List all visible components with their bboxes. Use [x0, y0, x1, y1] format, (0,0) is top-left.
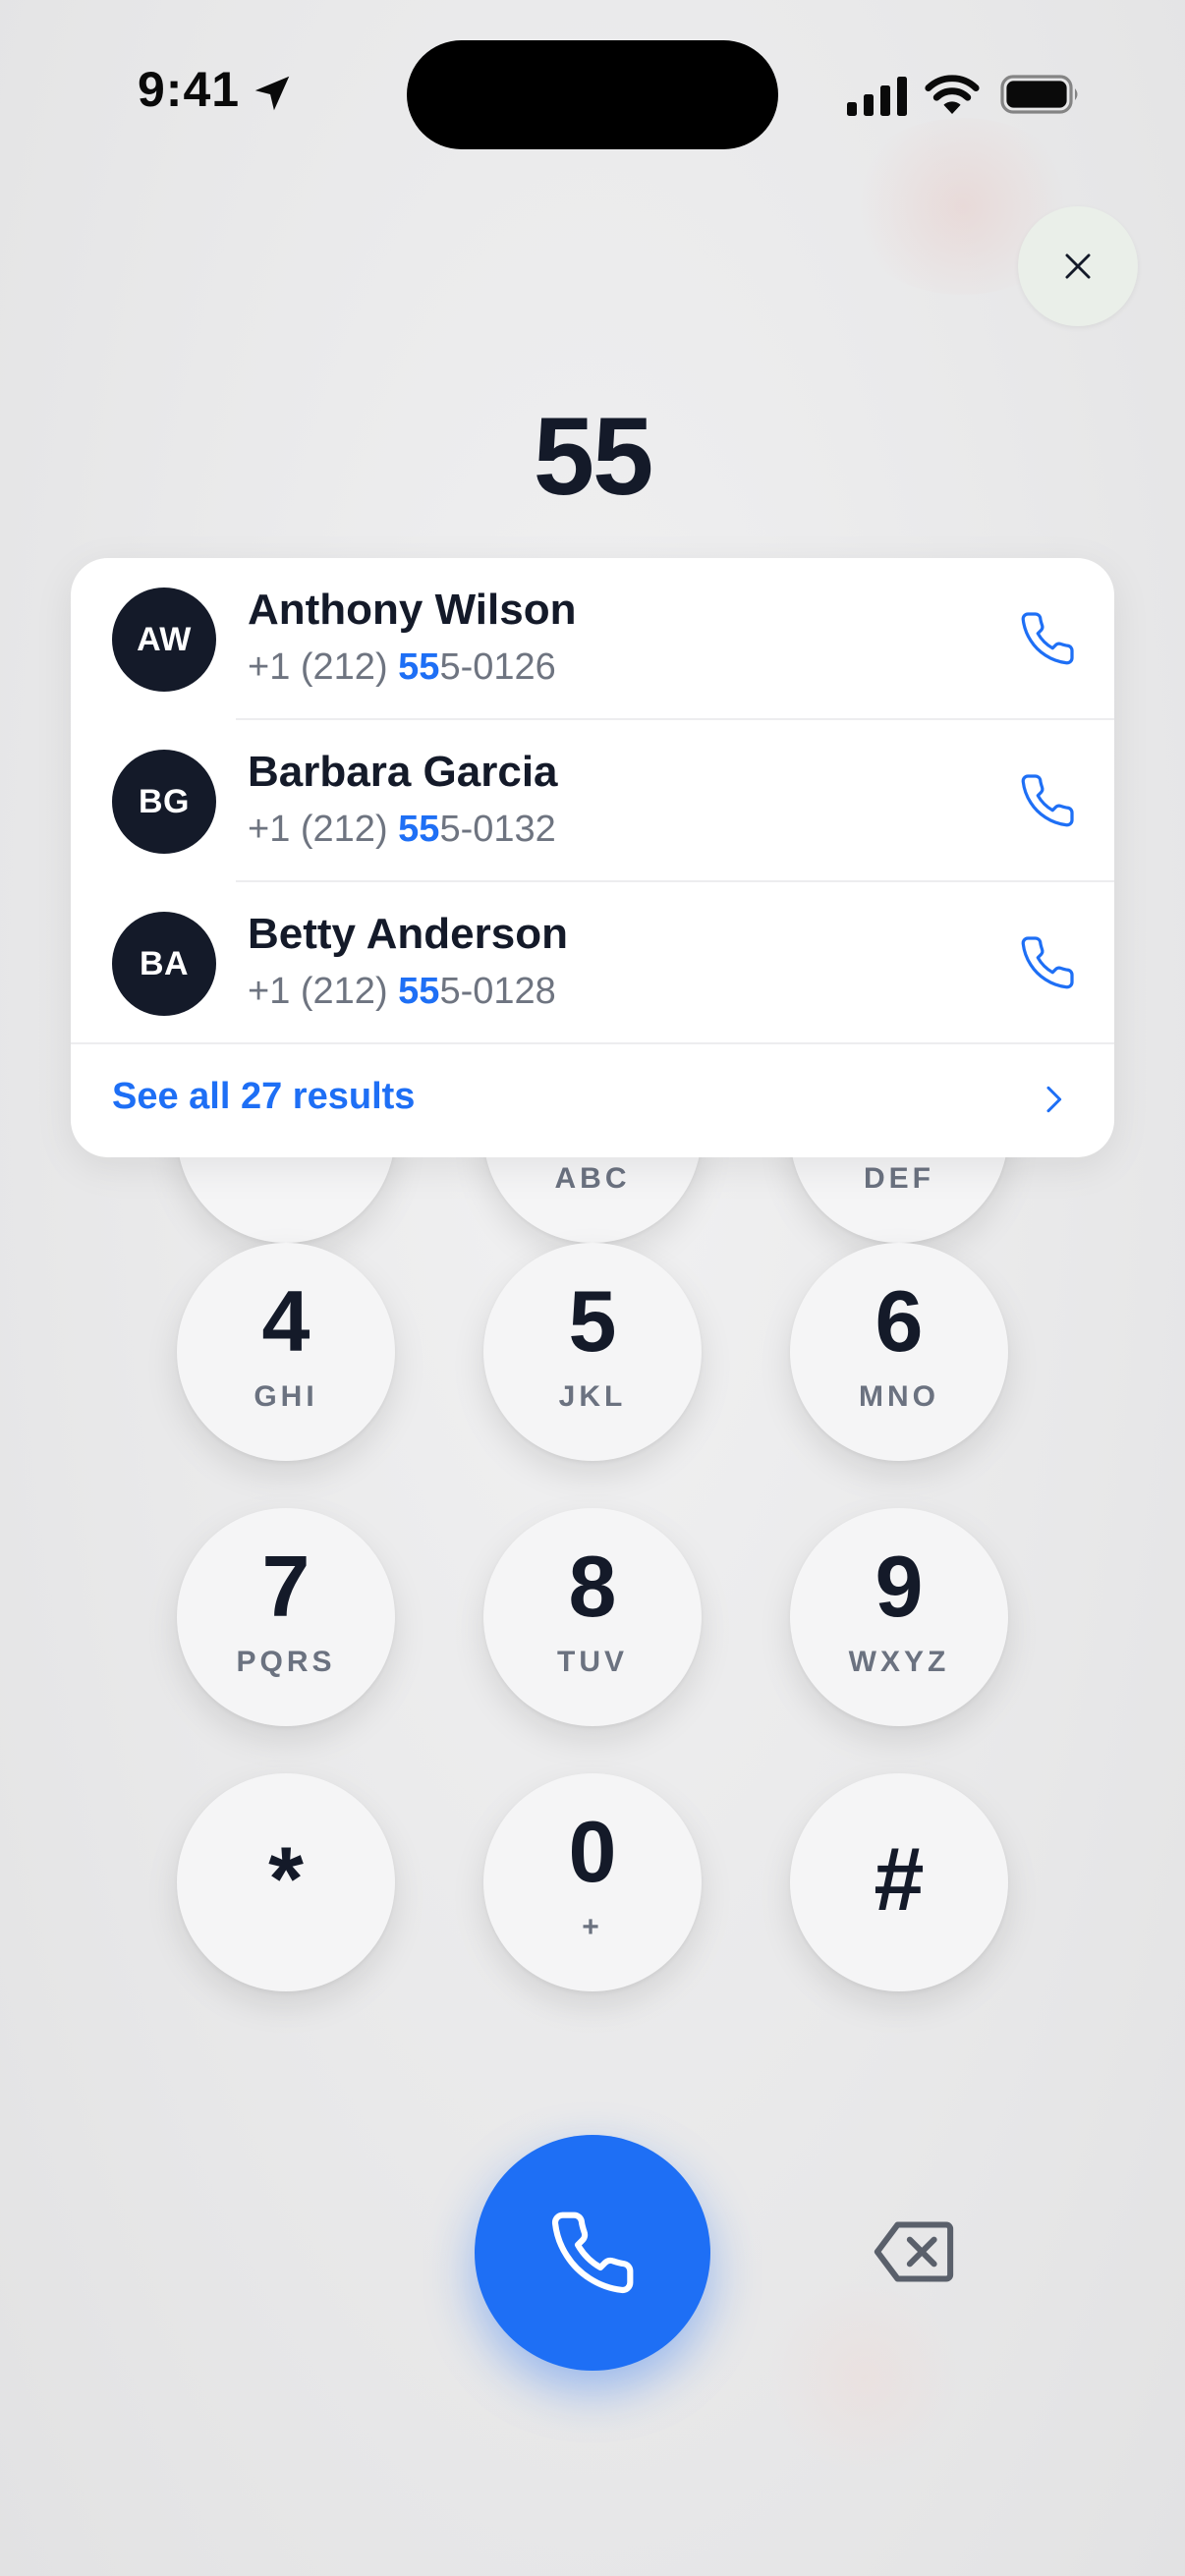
keypad-key-4[interactable]: 4 GHI [177, 1243, 395, 1461]
see-all-label: See all 27 results [112, 1076, 416, 1117]
number-match-highlight: 55 [398, 646, 440, 688]
key-digit: * [268, 1829, 304, 1930]
backspace-button[interactable] [865, 2211, 963, 2293]
avatar: BG [112, 750, 216, 854]
location-arrow-icon [254, 76, 290, 111]
keypad-key-7[interactable]: 7 PQRS [177, 1508, 395, 1726]
key-digit: 0 [568, 1803, 617, 1900]
key-letters: PQRS [236, 1646, 336, 1678]
keypad-key-star[interactable]: * [177, 1773, 395, 1991]
key-digit: 9 [875, 1538, 924, 1635]
number-suffix: 5-0132 [439, 809, 556, 850]
avatar: AW [112, 588, 216, 692]
key-digit: 4 [261, 1272, 310, 1370]
contact-number: +1 (212) 555-0132 [248, 809, 556, 851]
number-match-highlight: 55 [398, 971, 440, 1012]
wifi-icon [925, 75, 980, 114]
key-letters: ABC [554, 1162, 631, 1195]
close-icon [1065, 253, 1091, 279]
keypad-key-8[interactable]: 8 TUV [483, 1508, 702, 1726]
key-digit: 6 [875, 1272, 924, 1370]
key-letters: WXYZ [848, 1646, 950, 1678]
number-suffix: 5-0128 [439, 971, 556, 1012]
number-prefix: +1 (212) [248, 646, 399, 688]
key-letters: GHI [254, 1380, 318, 1413]
number-prefix: +1 (212) [248, 809, 399, 850]
keypad-key-9[interactable]: 9 WXYZ [790, 1508, 1008, 1726]
key-digit: # [874, 1829, 925, 1930]
dynamic-island [407, 40, 778, 149]
key-letters: JKL [558, 1380, 627, 1413]
key-letters: MNO [859, 1380, 939, 1413]
key-digit: 5 [568, 1272, 617, 1370]
keypad-key-6[interactable]: 6 MNO [790, 1243, 1008, 1461]
key-digit: 8 [568, 1538, 617, 1635]
contact-result-row[interactable]: BA Betty Anderson +1 (212) 555-0128 [71, 882, 1114, 1044]
avatar: BA [112, 912, 216, 1016]
key-letters: TUV [557, 1646, 628, 1678]
background-blur-accent [766, 2279, 963, 2476]
call-button[interactable] [475, 2135, 710, 2371]
see-all-results-link[interactable]: See all 27 results [71, 1044, 1114, 1157]
number-suffix: 5-0126 [439, 646, 556, 688]
keypad-key-5[interactable]: 5 JKL [483, 1243, 702, 1461]
backspace-icon [874, 2221, 954, 2282]
contact-name: Betty Anderson [248, 910, 568, 958]
contact-suggestions-card: AW Anthony Wilson +1 (212) 555-0126 BG B… [71, 558, 1114, 1157]
contact-name: Barbara Garcia [248, 748, 558, 796]
cellular-signal-icon [847, 77, 907, 116]
contact-name: Anthony Wilson [248, 586, 577, 634]
keypad-key-0[interactable]: 0 + [483, 1773, 702, 1991]
battery-icon [1000, 75, 1078, 114]
contact-result-row[interactable]: BG Barbara Garcia +1 (212) 555-0132 [71, 720, 1114, 882]
key-letters: DEF [864, 1162, 934, 1195]
dialed-number-display: 55 [533, 395, 654, 518]
contact-number: +1 (212) 555-0126 [248, 646, 556, 689]
keypad-key-hash[interactable]: # [790, 1773, 1008, 1991]
key-letters: + [582, 1911, 603, 1943]
call-contact-phone-icon[interactable] [1018, 771, 1077, 830]
contact-result-row[interactable]: AW Anthony Wilson +1 (212) 555-0126 [71, 558, 1114, 720]
close-button[interactable] [1018, 206, 1138, 326]
number-match-highlight: 55 [398, 809, 440, 850]
number-prefix: +1 (212) [248, 971, 399, 1012]
call-contact-phone-icon[interactable] [1018, 933, 1077, 992]
chevron-right-icon [1046, 1086, 1062, 1113]
call-contact-phone-icon[interactable] [1018, 609, 1077, 668]
phone-icon [551, 2212, 634, 2294]
key-digit: 7 [261, 1538, 310, 1635]
contact-number: +1 (212) 555-0128 [248, 971, 556, 1013]
status-time: 9:41 [138, 62, 241, 117]
